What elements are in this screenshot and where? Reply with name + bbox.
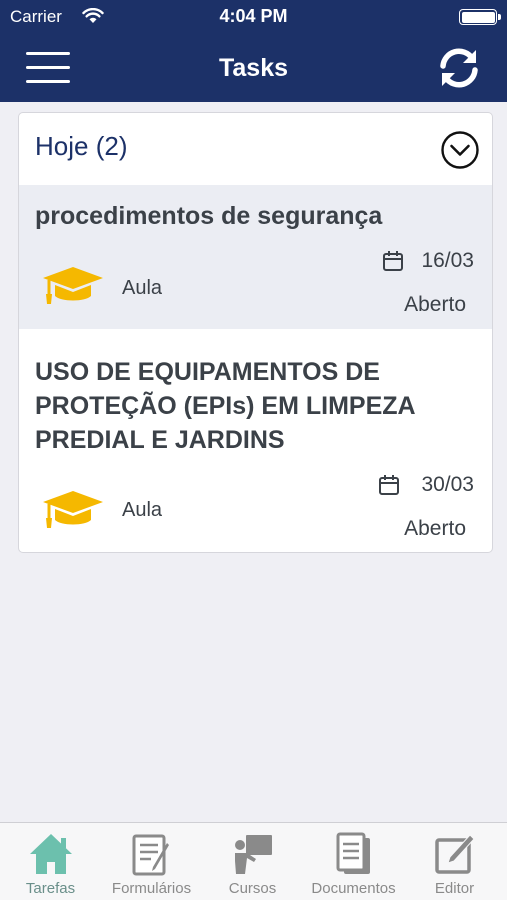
tab-label: Documentos — [311, 880, 396, 897]
documents-icon — [336, 832, 370, 874]
edit-icon — [435, 834, 475, 874]
tab-label: Formulários — [111, 880, 192, 897]
calendar-icon — [383, 251, 403, 271]
tab-label: Cursos — [228, 880, 277, 897]
task-title: USO DE EQUIPAMENTOS DE PROTEÇÃO (EPIs) E… — [35, 358, 415, 454]
status-bar: Carrier 4:04 PM — [0, 0, 507, 34]
section-header[interactable]: Hoje (2) — [19, 113, 492, 185]
task-type: Aula — [122, 277, 163, 299]
home-icon — [30, 834, 72, 874]
app-header: Carrier 4:04 PM Tasks — [0, 0, 507, 102]
tab-label: Editor — [434, 880, 475, 897]
task-status: Aberto — [404, 293, 466, 316]
battery-icon — [459, 9, 501, 25]
tab-documentos[interactable]: Documentos — [303, 823, 404, 900]
chevron-down-icon[interactable] — [440, 130, 480, 170]
refresh-icon[interactable] — [437, 46, 481, 90]
tab-editor[interactable]: Editor — [404, 823, 505, 900]
task-status: Aberto — [404, 517, 466, 540]
section-title: Hoje (2) — [35, 131, 128, 161]
task-item[interactable]: USO DE EQUIPAMENTOS DE PROTEÇÃO (EPIs) E… — [19, 329, 492, 552]
form-icon — [132, 834, 169, 876]
calendar-icon — [379, 475, 399, 495]
task-title: procedimentos de segurança — [35, 202, 383, 230]
tab-bar: Tarefas Formulários Cursos Documentos Ed… — [0, 822, 507, 900]
task-type: Aula — [122, 499, 163, 521]
tab-label: Tarefas — [25, 880, 76, 897]
today-tasks-card: Hoje (2) procedimentos de segurança Aula… — [18, 112, 493, 553]
task-date: 16/03 — [421, 249, 474, 272]
task-date: 30/03 — [421, 473, 474, 496]
graduation-cap-icon — [43, 491, 103, 528]
nav-bar: Tasks — [0, 34, 507, 102]
course-icon — [235, 835, 272, 874]
status-time: 4:04 PM — [219, 6, 288, 26]
tab-formularios[interactable]: Formulários — [101, 823, 202, 900]
tab-cursos[interactable]: Cursos — [202, 823, 303, 900]
graduation-cap-icon — [43, 267, 103, 304]
tab-tarefas[interactable]: Tarefas — [0, 823, 101, 900]
task-item[interactable]: procedimentos de segurança Aula 16/03 Ab… — [19, 185, 492, 329]
page-title: Tasks — [218, 54, 289, 82]
